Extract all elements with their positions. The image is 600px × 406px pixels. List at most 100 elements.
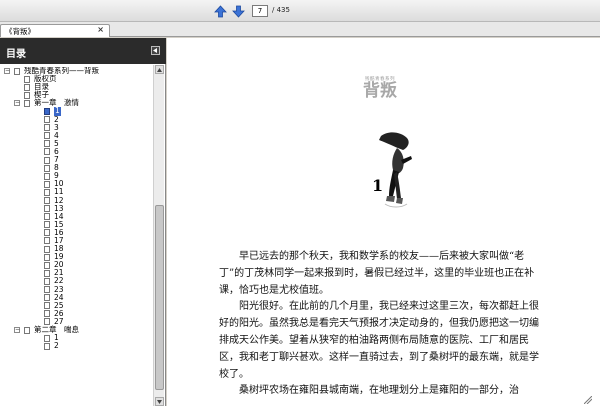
page-icon — [44, 107, 50, 115]
document-tab[interactable]: 《背叛》 × — [0, 24, 110, 37]
toc-subitem[interactable]: 14 — [4, 212, 152, 221]
toc-item-label: 2 — [54, 341, 59, 351]
bookmark-icon — [14, 67, 20, 75]
collapse-toggle-icon[interactable]: − — [14, 100, 20, 107]
toc-subitem[interactable]: 26 — [4, 309, 152, 318]
toc-subitem[interactable]: 11 — [4, 188, 152, 196]
toc-subitem[interactable]: 6 — [4, 147, 152, 156]
page-icon — [44, 156, 50, 164]
page-icon — [44, 205, 50, 213]
page-corner-icon — [584, 396, 592, 404]
page-number-input[interactable]: 7 — [252, 5, 268, 17]
page-icon — [44, 197, 50, 204]
bookmark-icon — [24, 75, 30, 83]
toc-tree: − 残酷青春系列——背叛 版权页 目录 楔子 − 第一章 激情 1 2 3 4 5 6 7 8 9 10 11… — [4, 67, 152, 406]
sidebar-header: 目录 — [0, 38, 166, 64]
page-icon — [44, 342, 50, 350]
page-icon — [44, 302, 50, 310]
toc-item[interactable]: 版权页 — [4, 74, 152, 83]
bookmark-icon — [24, 91, 30, 99]
page-icon — [44, 180, 50, 188]
close-tab-button[interactable]: × — [97, 25, 104, 34]
page-icon — [44, 148, 50, 156]
body-paragraph: 阳光很好。在此前的几个月里，我已经来过这里三次，每次都赶上很好的阳光。虽然我总是… — [219, 301, 539, 380]
page-icon — [44, 188, 50, 196]
toc-item[interactable]: − 第二章 喘息 — [4, 325, 152, 334]
page-icon — [44, 294, 50, 302]
page-icon — [44, 124, 50, 132]
toc-root-item[interactable]: − 残酷青春系列——背叛 — [4, 67, 152, 75]
bookmark-icon — [24, 326, 30, 334]
toc-subitem[interactable]: 8 — [4, 164, 152, 172]
previous-page-button[interactable] — [213, 4, 227, 18]
document-tab-title: 《背叛》 — [5, 27, 35, 36]
collapse-toggle-icon[interactable]: − — [4, 68, 10, 74]
next-page-button[interactable] — [231, 4, 245, 18]
toc-subitem[interactable]: 15 — [4, 220, 152, 229]
chapter-number: 1 — [372, 176, 384, 195]
toc-subitem[interactable]: 4 — [4, 131, 152, 140]
toc-subitem[interactable]: 23 — [4, 285, 152, 294]
toc-sidebar: 目录 − 残酷青春系列——背叛 版权页 目录 楔子 − 第一章 激情 1 2 3 4 5 6 7 8 9 1… — [0, 38, 166, 406]
sidebar-title: 目录 — [6, 49, 26, 60]
sidebar-scrollbar[interactable] — [153, 65, 164, 406]
toc-subitem[interactable]: 19 — [4, 253, 152, 261]
toc-subitem[interactable]: 1 — [4, 107, 152, 116]
bookmark-icon — [24, 83, 30, 91]
arrow-down-icon — [231, 5, 245, 18]
document-page: 残酷青春系列 背叛 1 早已远去的那个秋天，我和数学系的校友——后来被大家叫做“… — [167, 38, 600, 406]
series-big-title: 背叛 — [363, 81, 397, 101]
toc-item[interactable]: 目录 — [4, 83, 152, 91]
page-total-label: / 435 — [272, 6, 290, 14]
document-tab-strip: 《背叛》 × — [0, 22, 600, 37]
page-icon — [44, 334, 50, 342]
page-icon — [44, 140, 50, 148]
scrollbar-thumb[interactable] — [155, 205, 164, 390]
page-icon — [44, 132, 50, 140]
page-icon — [44, 116, 50, 124]
toc-subitem[interactable]: 22 — [4, 277, 152, 285]
page-icon — [44, 229, 50, 237]
toc-subitem[interactable]: 13 — [4, 204, 152, 213]
bookmark-icon — [24, 99, 30, 107]
body-paragraph: 早已远去的那个秋天，我和数学系的校友——后来被大家叫做“老丁”的丁茂林同学一起来… — [219, 251, 535, 296]
page-icon — [44, 310, 50, 318]
page-icon — [44, 261, 50, 269]
collapse-toggle-icon[interactable]: − — [14, 327, 20, 333]
toc-subitem[interactable]: 1 — [4, 333, 152, 342]
toc-subitem[interactable]: 20 — [4, 261, 152, 269]
page-icon — [44, 172, 50, 180]
page-icon — [44, 277, 50, 285]
chapter-illustration — [379, 132, 412, 208]
toc-subitem[interactable]: 10 — [4, 180, 152, 188]
toc-subitem[interactable]: 12 — [4, 196, 152, 205]
toc-item[interactable]: − 第一章 激情 — [4, 99, 152, 107]
toc-subitem[interactable]: 24 — [4, 293, 152, 302]
toc-subitem[interactable]: 9 — [4, 172, 152, 180]
page-icon — [44, 213, 50, 221]
page-icon — [44, 245, 50, 253]
scroll-up-icon — [157, 67, 162, 72]
toc-subitem[interactable]: 2 — [4, 115, 152, 124]
toc-subitem[interactable]: 5 — [4, 139, 152, 148]
page-icon — [44, 253, 50, 261]
series-logo: 残酷青春系列 背叛 — [357, 76, 403, 100]
arrow-up-icon — [213, 4, 227, 17]
collapse-sidebar-button[interactable] — [151, 46, 160, 55]
toc-subitem[interactable]: 18 — [4, 244, 152, 253]
toc-subitem[interactable]: 3 — [4, 123, 152, 132]
body-paragraph: 桑树坪农场在雍阳县城南端，在地理划分上是雍阳的一部分，治 — [239, 385, 519, 397]
chapter-body-text: 早已远去的那个秋天，我和数学系的校友——后来被大家叫做“老丁”的丁茂林同学一起来… — [219, 249, 541, 400]
scroll-down-button[interactable] — [155, 397, 164, 406]
toc-subitem[interactable]: 7 — [4, 155, 152, 164]
toc-subitem[interactable]: 25 — [4, 301, 152, 310]
scroll-down-icon — [157, 399, 162, 404]
scroll-up-button[interactable] — [155, 65, 164, 74]
toc-subitem[interactable]: 2 — [4, 342, 152, 350]
toc-subitem[interactable]: 16 — [4, 228, 152, 237]
page-icon — [44, 269, 50, 277]
toc-subitem[interactable]: 21 — [4, 269, 152, 277]
page-icon — [44, 221, 50, 229]
toolbar: 7 / 435 — [0, 0, 600, 22]
toc-subitem[interactable]: 17 — [4, 236, 152, 245]
